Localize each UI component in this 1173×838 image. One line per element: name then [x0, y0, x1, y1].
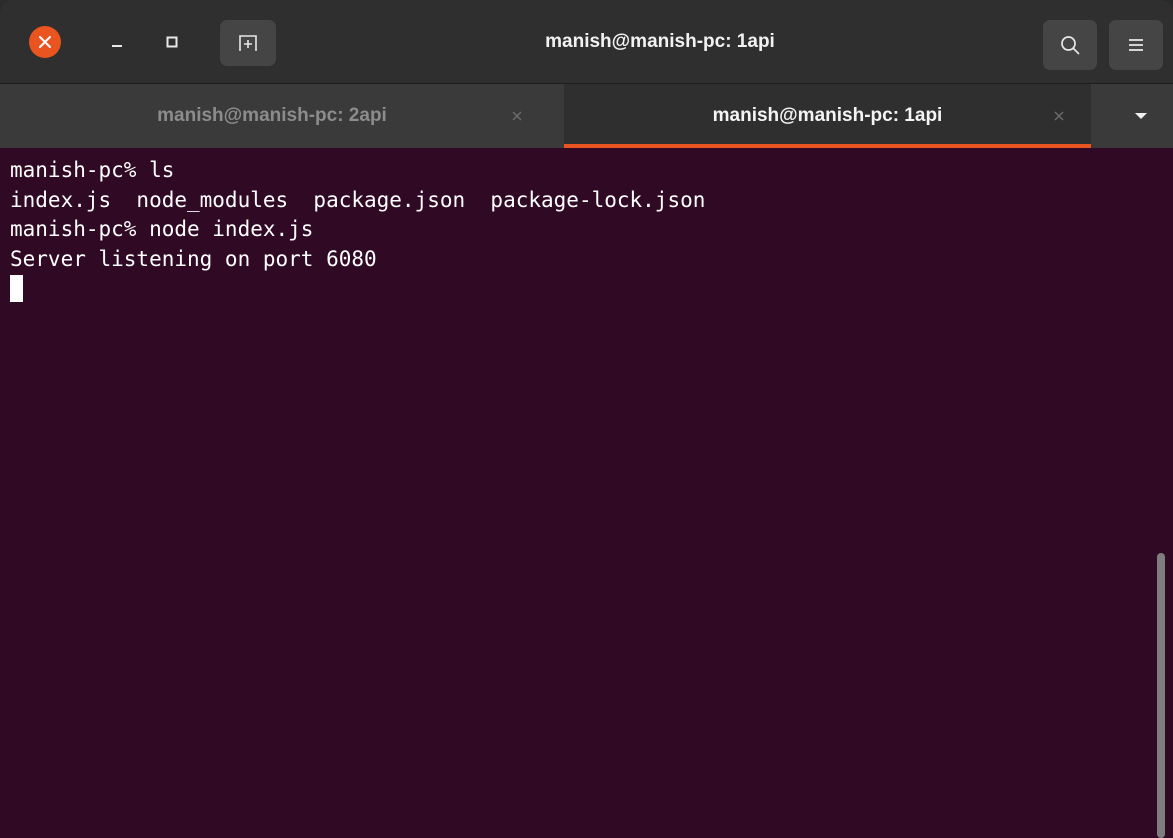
tab-bar: manish@manish-pc: 2api manish@manish-pc:… — [0, 84, 1173, 148]
main-menu-button[interactable] — [1109, 20, 1163, 70]
terminal-window: manish@manish-pc: 1api manish@manish-pc:… — [0, 0, 1173, 838]
close-icon — [512, 111, 522, 121]
header-bar: manish@manish-pc: 1api — [0, 0, 1173, 84]
terminal-line: manish-pc% ls — [10, 158, 175, 182]
minimize-icon — [112, 45, 122, 47]
search-button[interactable] — [1043, 20, 1097, 70]
close-icon — [39, 36, 51, 48]
maximize-icon — [166, 36, 178, 48]
close-icon — [1054, 111, 1064, 121]
new-tab-button[interactable] — [220, 20, 276, 66]
window-title: manish@manish-pc: 1api — [545, 31, 775, 52]
close-window-button[interactable] — [29, 26, 61, 58]
terminal-line: manish-pc% node index.js — [10, 217, 314, 241]
tab-close-button[interactable] — [1045, 102, 1073, 130]
search-icon — [1061, 36, 1080, 55]
terminal-line: Server listening on port 6080 — [10, 246, 377, 271]
terminal-line: index.js node_modules package.json packa… — [10, 187, 706, 212]
terminal-prompt-line — [10, 274, 1173, 304]
chevron-down-icon — [1135, 113, 1147, 119]
tabs-dropdown-button[interactable] — [1119, 84, 1163, 148]
hamburger-menu-icon — [1129, 39, 1143, 51]
tab-label: manish@manish-pc: 2api — [157, 105, 387, 126]
text-cursor — [10, 275, 23, 302]
terminal-scrollbar[interactable] — [1157, 553, 1165, 838]
terminal-output[interactable]: manish-pc% ls index.js node_modules pack… — [0, 148, 1173, 838]
tab-label: manish@manish-pc: 1api — [712, 105, 943, 126]
tab-close-button[interactable] — [503, 102, 531, 130]
tab-2api[interactable]: manish@manish-pc: 2api — [0, 84, 564, 148]
tab-1api[interactable]: manish@manish-pc: 1api — [564, 84, 1091, 148]
new-tab-icon — [239, 35, 257, 51]
minimize-window-button[interactable] — [101, 26, 133, 58]
maximize-window-button[interactable] — [156, 26, 188, 58]
